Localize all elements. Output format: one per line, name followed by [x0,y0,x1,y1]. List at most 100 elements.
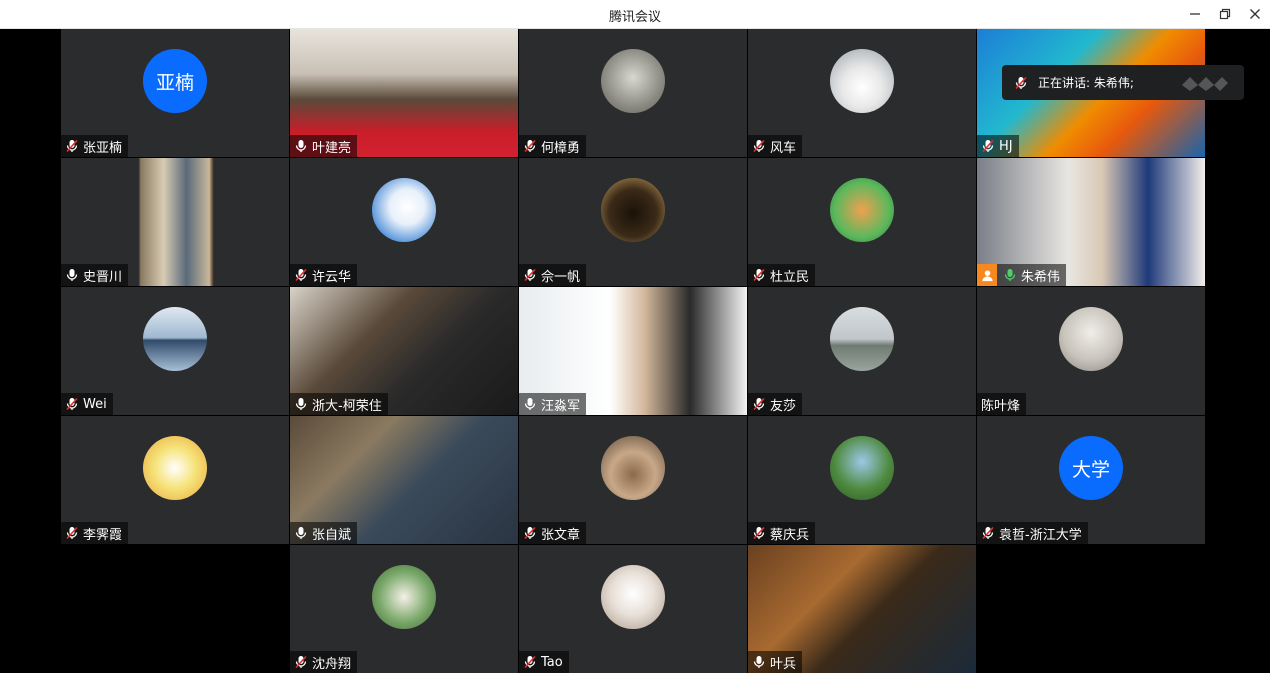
participant-namebar: 沈舟翔 [290,651,358,673]
participant-name: 风车 [770,140,797,156]
participant-name: 叶建亮 [312,140,352,156]
participant-name: 张文章 [541,527,581,543]
minimize-button[interactable] [1184,4,1206,24]
participant-name: 沈舟翔 [312,656,352,672]
participant-name: 浙大-柯荣住 [312,398,382,414]
participant-namebar: 袁哲-浙江大学 [977,522,1088,544]
mic-muted-icon [982,526,994,540]
participant-tile[interactable]: 张文章 [519,416,747,544]
misty-landscape-icon [830,307,894,371]
participant-tile[interactable]: 浙大-柯荣住 [290,287,518,415]
participant-tile[interactable]: 佘一帆 [519,158,747,286]
avatar: 大学 [1059,436,1123,500]
participant-name: 袁哲-浙江大学 [999,527,1082,543]
participant-name: 汪淼军 [541,398,581,414]
participant-tile[interactable]: 史晋川 [61,158,289,286]
participant-tile[interactable]: Wei [61,287,289,415]
mic-muted-icon [753,139,765,153]
participant-namebar: 叶兵 [748,651,803,673]
garden-trees-icon [830,436,894,500]
mic-on-icon [524,398,536,410]
participant-name: Tao [541,654,563,670]
participant-namebar: 张亚楠 [61,135,129,157]
participant-namebar: 风车 [748,135,803,157]
participant-namebar: 何樟勇 [519,135,587,157]
participant-tile[interactable]: 沈舟翔 [290,545,518,673]
mic-on-icon [295,140,307,152]
sky-clouds-icon [372,178,436,242]
window-title: 腾讯会议 [608,10,661,25]
participant-tile[interactable]: 朱希伟 [977,158,1205,286]
participant-tile[interactable]: 叶建亮 [290,29,518,157]
participant-namebar: 李霁霞 [61,522,129,544]
participant-name: 张亚楠 [83,140,123,156]
mic-muted-icon [524,139,536,153]
participant-name: 朱希伟 [1021,269,1061,285]
participant-namebar: 杜立民 [748,264,816,286]
participant-tile[interactable]: 亚楠张亚楠 [61,29,289,157]
participant-name: Wei [83,396,107,412]
mic-on-icon [295,527,307,539]
person-arms-open-icon [1059,307,1123,371]
participant-tile[interactable]: Tao [519,545,747,673]
lake-reflection-icon [143,307,207,371]
participant-tile[interactable]: 汪淼军 [519,287,747,415]
minimize-icon [1190,13,1200,15]
speaking-indicator: 正在讲话: 朱希伟; [1002,65,1244,100]
participant-namebar: 友莎 [748,393,803,415]
audio-wave-icon [1182,76,1228,91]
mic-muted-icon [753,526,765,540]
participant-name: HJ [999,138,1013,154]
participant-tile[interactable]: 张自斌 [290,416,518,544]
mic-muted-icon [524,526,536,540]
cat-photo-icon [601,565,665,629]
participant-namebar: HJ [977,135,1019,157]
participant-tile[interactable]: 风车 [748,29,976,157]
participant-namebar: 汪淼军 [519,393,587,415]
mic-muted-icon [295,268,307,282]
mic-muted-icon [295,655,307,669]
participant-namebar: Wei [61,393,113,415]
participant-name: 佘一帆 [541,269,581,285]
participant-tile[interactable]: 友莎 [748,287,976,415]
mic-muted-icon [753,268,765,282]
participant-tile[interactable]: 蔡庆兵 [748,416,976,544]
tiger-photo-icon [601,49,665,113]
teacup-icon [601,436,665,500]
participant-tile[interactable]: 杜立民 [748,158,976,286]
speaking-label: 正在讲话: 朱希伟; [1038,76,1134,90]
participant-namebar: Tao [519,651,569,673]
participant-name: 史晋川 [83,269,123,285]
beer-glass-icon [601,178,665,242]
mic-muted-icon [524,655,536,669]
person-sitting-icon [372,565,436,629]
mic-muted-icon [524,268,536,282]
mic-muted-icon [1015,76,1027,89]
participant-namebar: 张文章 [519,522,587,544]
participant-tile[interactable]: 何樟勇 [519,29,747,157]
participant-namebar: 陈叶烽 [977,393,1027,415]
host-icon [977,264,997,286]
mic-muted-icon [66,397,78,411]
participant-name: 陈叶烽 [981,398,1021,414]
participant-tile[interactable]: 陈叶烽 [977,287,1205,415]
participant-tile[interactable]: 李霁霞 [61,416,289,544]
participant-namebar: 朱希伟 [977,264,1067,286]
participant-name: 李霁霞 [83,527,123,543]
participant-tile[interactable]: 大学袁哲-浙江大学 [977,416,1205,544]
participant-tile[interactable]: 许云华 [290,158,518,286]
close-button[interactable] [1244,4,1266,24]
participant-name: 蔡庆兵 [770,527,810,543]
mic-muted-icon [66,139,78,153]
participant-name: 张自斌 [312,527,352,543]
avatar: 亚楠 [143,49,207,113]
restore-button[interactable] [1214,4,1236,24]
participant-namebar: 史晋川 [61,264,129,286]
participant-namebar: 许云华 [290,264,358,286]
mic-on-icon [295,398,307,410]
participant-namebar: 佘一帆 [519,264,587,286]
participant-grid: 亚楠 张亚楠 叶建亮 何樟勇 风车 HJ 史晋川 许云华 佘一帆 杜立民 朱希伟 Wei 浙大-柯荣住汪… [61,29,1207,673]
participant-namebar: 张自斌 [290,522,358,544]
participant-namebar: 浙大-柯荣住 [290,393,388,415]
participant-tile[interactable]: 叶兵 [748,545,976,673]
